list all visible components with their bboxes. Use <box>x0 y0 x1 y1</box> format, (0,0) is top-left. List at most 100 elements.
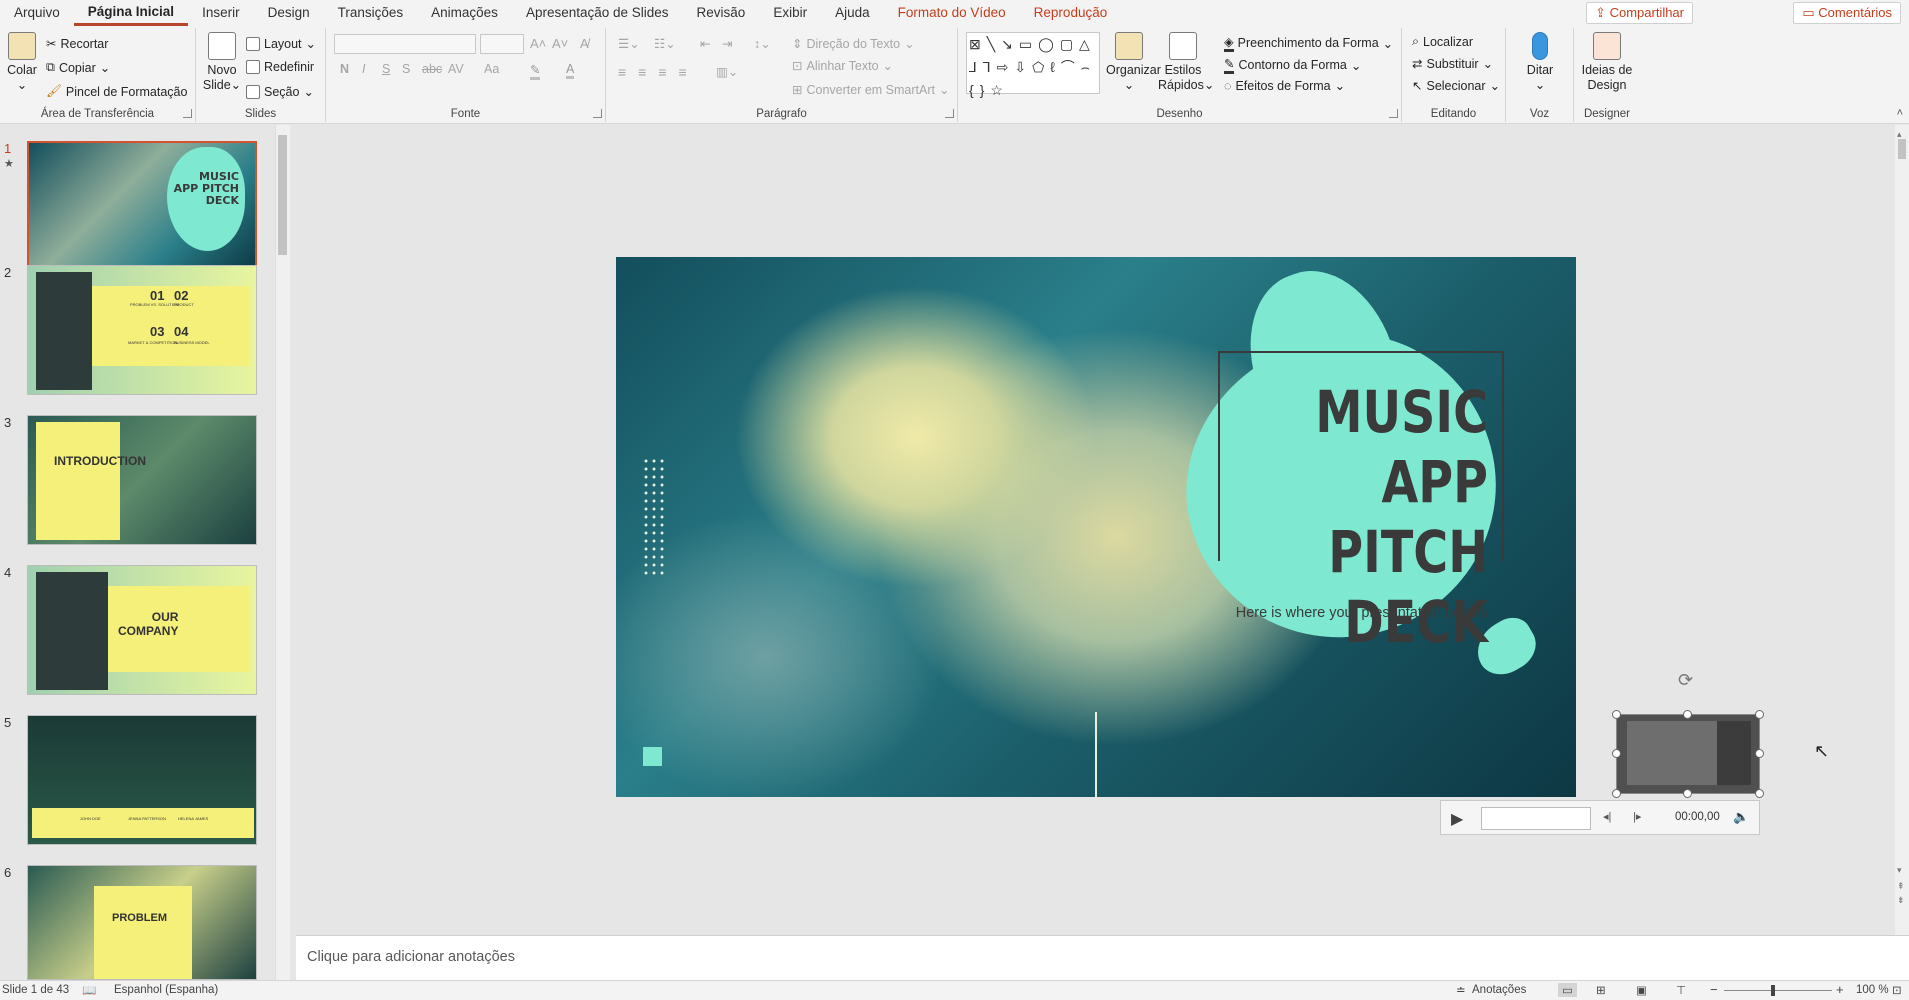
shape-outline-button[interactable]: ✎ Contorno da Forma ⌄ <box>1224 56 1361 74</box>
resize-handle-nw[interactable] <box>1612 710 1621 719</box>
tab-formato-video[interactable]: Formato do Vídeo <box>884 0 1020 26</box>
text-direction-button[interactable]: ⇕ Direção do Texto ⌄ <box>792 36 915 52</box>
slide-subtitle[interactable]: Here is where your presentation begins <box>1216 605 1488 621</box>
clear-format-button[interactable]: A̸ <box>580 36 589 51</box>
previous-slide-icon[interactable]: ⇞ <box>1897 881 1905 892</box>
zoom-in-icon[interactable]: + <box>1836 982 1844 997</box>
resize-handle-n[interactable] <box>1683 710 1692 719</box>
resize-handle-se[interactable] <box>1755 789 1764 798</box>
replace-button[interactable]: ⇄ Substituir ⌄ <box>1412 56 1493 72</box>
numbering-button[interactable]: ☷⌄ <box>654 36 676 51</box>
dialog-launcher-icon[interactable] <box>183 109 192 118</box>
callout-shape-icon[interactable]: ⬠ <box>1032 58 1046 77</box>
align-text-button[interactable]: ⊡ Alinhar Texto ⌄ <box>792 58 893 74</box>
slide-thumbnail-2[interactable]: 01 02 PROBLEM VS. SOLUTION PRODUCT 03 04… <box>27 265 257 395</box>
resize-handle-s[interactable] <box>1683 789 1692 798</box>
columns-button[interactable]: ▥⌄ <box>716 64 738 79</box>
notes-placeholder[interactable]: Clique para adicionar anotações <box>307 949 515 965</box>
volume-icon[interactable]: 🔈 <box>1733 809 1749 825</box>
video-progress-track[interactable] <box>1481 807 1591 830</box>
normal-view-icon[interactable]: ▭ <box>1558 983 1577 997</box>
paste-button[interactable]: Colar ⌄ <box>6 32 38 93</box>
down-arrow-shape-icon[interactable]: ⇩ <box>1014 58 1028 77</box>
scroll-down-icon[interactable]: ▾ <box>1897 865 1902 876</box>
triangle-shape-icon[interactable]: △ <box>1079 35 1092 54</box>
step-forward-icon[interactable]: |▸ <box>1633 810 1641 823</box>
strikethrough-button[interactable]: abc <box>422 62 442 76</box>
tab-design[interactable]: Design <box>254 0 324 26</box>
new-slide-button[interactable]: Novo Slide⌄ <box>202 32 242 93</box>
align-center-icon[interactable]: ≡ <box>638 64 654 80</box>
cut-button[interactable]: ✂ Recortar <box>46 36 108 52</box>
tab-ajuda[interactable]: Ajuda <box>821 0 884 26</box>
reading-view-icon[interactable]: ▣ <box>1636 983 1647 997</box>
next-slide-icon[interactable]: ⇟ <box>1897 895 1905 906</box>
quick-styles-button[interactable]: Estilos Rápidos⌄ <box>1158 32 1214 93</box>
resize-handle-w[interactable] <box>1612 749 1621 758</box>
dictate-button[interactable]: Ditar ⌄ <box>1518 32 1562 93</box>
elbow-shape-icon[interactable]: ⅂ <box>983 58 993 77</box>
tab-pagina-inicial[interactable]: Página Inicial <box>73 0 189 26</box>
align-left-icon[interactable]: ≡ <box>618 64 634 80</box>
arrange-button[interactable]: Organizar ⌄ <box>1106 32 1161 93</box>
notes-toggle-button[interactable]: Anotações <box>1472 984 1526 996</box>
slide-1-canvas[interactable]: MUSIC APP PITCH DECK Here is where your … <box>616 257 1576 797</box>
tab-animacoes[interactable]: Animações <box>417 0 512 26</box>
char-spacing-button[interactable]: AV <box>448 62 464 76</box>
slide-thumbnail-1[interactable]: MUSIC APP PITCH DECK <box>27 141 257 271</box>
spellcheck-icon[interactable]: 📖 <box>82 983 96 997</box>
brace-left-shape-icon[interactable]: { <box>969 81 976 100</box>
notes-toggle-icon[interactable]: ≐ <box>1456 983 1466 997</box>
zoom-out-icon[interactable]: − <box>1710 982 1718 997</box>
tab-apresentacao[interactable]: Apresentação de Slides <box>512 0 683 26</box>
select-button[interactable]: ↖ Selecionar ⌄ <box>1412 78 1500 94</box>
thumbnails-scroll-thumb[interactable] <box>278 135 287 255</box>
shadow-button[interactable]: S <box>402 62 410 76</box>
rounded-rect-shape-icon[interactable]: ▢ <box>1060 35 1075 54</box>
shape-fill-button[interactable]: ◈ Preenchimento da Forma ⌄ <box>1224 34 1393 52</box>
tab-arquivo[interactable]: Arquivo <box>0 0 74 26</box>
shrink-font-button[interactable]: A˅ <box>552 36 568 51</box>
resize-handle-ne[interactable] <box>1755 710 1764 719</box>
bullets-button[interactable]: ☰⌄ <box>618 36 640 51</box>
section-button[interactable]: Seção ⌄ <box>246 84 314 99</box>
slide-thumbnail-3[interactable]: INTRODUCTION <box>27 415 257 545</box>
fit-slide-icon[interactable]: ⊡ <box>1892 983 1902 997</box>
dialog-launcher-icon[interactable] <box>1389 109 1398 118</box>
tab-transicoes[interactable]: Transições <box>324 0 418 26</box>
slide-thumbnail-4[interactable]: OUR COMPANY <box>27 565 257 695</box>
reset-button[interactable]: Redefinir <box>246 60 314 74</box>
justify-icon[interactable]: ≡ <box>679 64 695 80</box>
grow-font-button[interactable]: A˄ <box>530 36 546 51</box>
tab-exibir[interactable]: Exibir <box>759 0 821 26</box>
dialog-launcher-icon[interactable] <box>593 109 602 118</box>
comments-button[interactable]: ▭ Comentários <box>1793 2 1901 24</box>
increase-indent-button[interactable]: ⇥ <box>722 36 732 51</box>
zoom-slider-thumb[interactable] <box>1771 985 1775 996</box>
slide-thumbnail-6[interactable]: PROBLEM <box>27 865 257 980</box>
oval-shape-icon[interactable]: ◯ <box>1038 35 1056 54</box>
zoom-slider-track[interactable] <box>1724 990 1832 991</box>
freeform-shape-icon[interactable]: ℓ <box>1050 58 1057 77</box>
rotate-handle-icon[interactable]: ⟳ <box>1678 670 1693 691</box>
italic-button[interactable]: I <box>362 62 365 76</box>
right-arrow-shape-icon[interactable]: ⇨ <box>997 58 1011 77</box>
highlight-button[interactable]: ✎ <box>530 62 541 80</box>
font-color-button[interactable]: A <box>566 62 575 79</box>
tab-revisao[interactable]: Revisão <box>683 0 760 26</box>
notes-pane[interactable]: Clique para adicionar anotações <box>296 935 1909 980</box>
font-family-dropdown[interactable] <box>334 34 476 54</box>
canvas-scroll-thumb[interactable] <box>1898 139 1906 159</box>
play-icon[interactable]: ▶ <box>1451 809 1463 829</box>
textbox-shape-icon[interactable]: ⊠ <box>969 35 983 54</box>
tab-inserir[interactable]: Inserir <box>188 0 254 26</box>
font-family-field[interactable] <box>334 34 476 54</box>
change-case-button[interactable]: Aa <box>484 62 499 76</box>
bold-button[interactable]: N <box>340 62 349 76</box>
collapse-ribbon-icon[interactable]: ˄ <box>1897 107 1903 119</box>
slideshow-view-icon[interactable]: ⊤ <box>1676 983 1686 997</box>
find-button[interactable]: ⌕ Localizar <box>1412 34 1473 49</box>
shape-effects-button[interactable]: ◌ Efeitos de Forma ⌄ <box>1224 78 1345 94</box>
alignment-buttons[interactable]: ≡ ≡ ≡ ≡ <box>618 64 695 80</box>
font-size-dropdown[interactable] <box>480 34 524 54</box>
